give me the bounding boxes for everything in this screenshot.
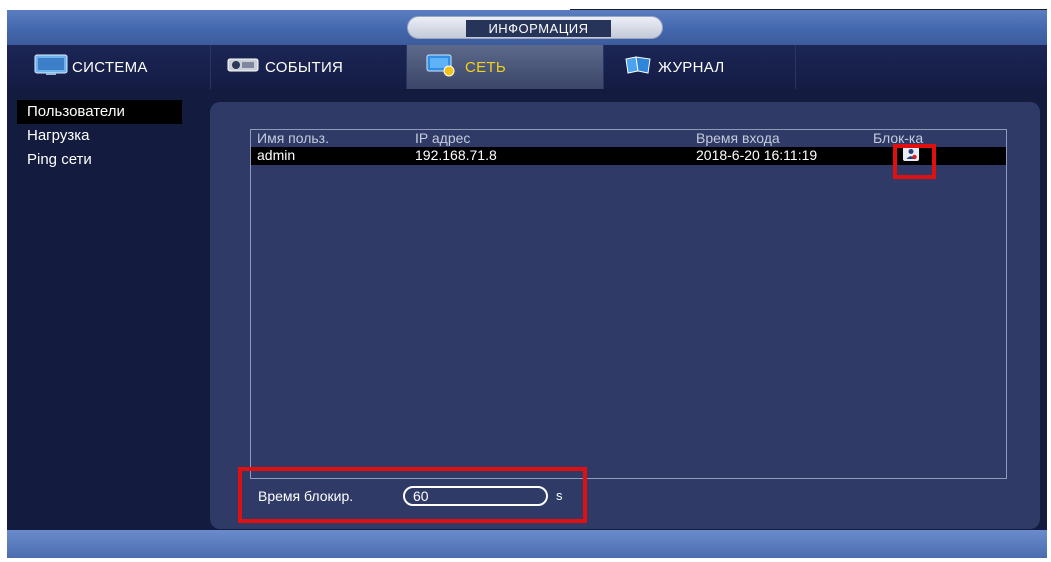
title-bar: ИНФОРМАЦИЯ — [7, 10, 1047, 45]
sidebar: Пользователи Нагрузка Ping сети — [17, 100, 182, 172]
tab-journal[interactable]: ЖУРНАЛ — [604, 45, 796, 89]
tab-events[interactable]: СОБЫТИЯ — [211, 45, 407, 89]
sidebar-item-ping[interactable]: Ping сети — [17, 148, 177, 172]
tab-label: СОБЫТИЯ — [265, 58, 344, 76]
tab-label: СЕТЬ — [465, 58, 507, 76]
log-book-icon — [624, 55, 654, 79]
tab-label: ЖУРНАЛ — [658, 58, 725, 76]
camera-event-icon — [227, 55, 261, 79]
tab-label: СИСТЕМА — [72, 58, 148, 76]
column-header-user: Имя польз. — [257, 130, 329, 146]
monitor-icon — [34, 54, 68, 80]
highlight-block-time — [238, 467, 587, 523]
highlight-block-button — [893, 144, 936, 179]
users-panel: Имя польз. IP адрес Время входа Блок-ка … — [210, 102, 1040, 529]
tab-bar-filler — [796, 45, 1047, 89]
tab-network[interactable]: СЕТЬ — [407, 45, 604, 89]
cell-ip: 192.168.71.8 — [415, 147, 497, 163]
sidebar-item-load[interactable]: Нагрузка — [17, 124, 177, 148]
tab-bar: СИСТЕМА СОБЫТИЯ СЕТЬ ЖУРНАЛ — [7, 45, 1047, 89]
title-pill: ИНФОРМАЦИЯ — [407, 16, 663, 39]
online-users-table: Имя польз. IP адрес Время входа Блок-ка … — [250, 129, 1007, 479]
cell-user: admin — [257, 147, 296, 163]
tab-system[interactable]: СИСТЕМА — [15, 45, 211, 89]
cell-login-time: 2018-6-20 16:11:19 — [696, 147, 818, 163]
bottom-bar — [7, 530, 1047, 558]
network-icon — [425, 53, 461, 81]
info-window: ИНФОРМАЦИЯ СИСТЕМА СОБЫТИЯ СЕТЬ ЖУРНАЛ П… — [7, 10, 1047, 558]
sidebar-item-users[interactable]: Пользователи — [17, 100, 182, 124]
column-header-ip: IP адрес — [415, 130, 471, 146]
column-header-login-time: Время входа — [696, 130, 780, 146]
window-title: ИНФОРМАЦИЯ — [466, 20, 611, 37]
